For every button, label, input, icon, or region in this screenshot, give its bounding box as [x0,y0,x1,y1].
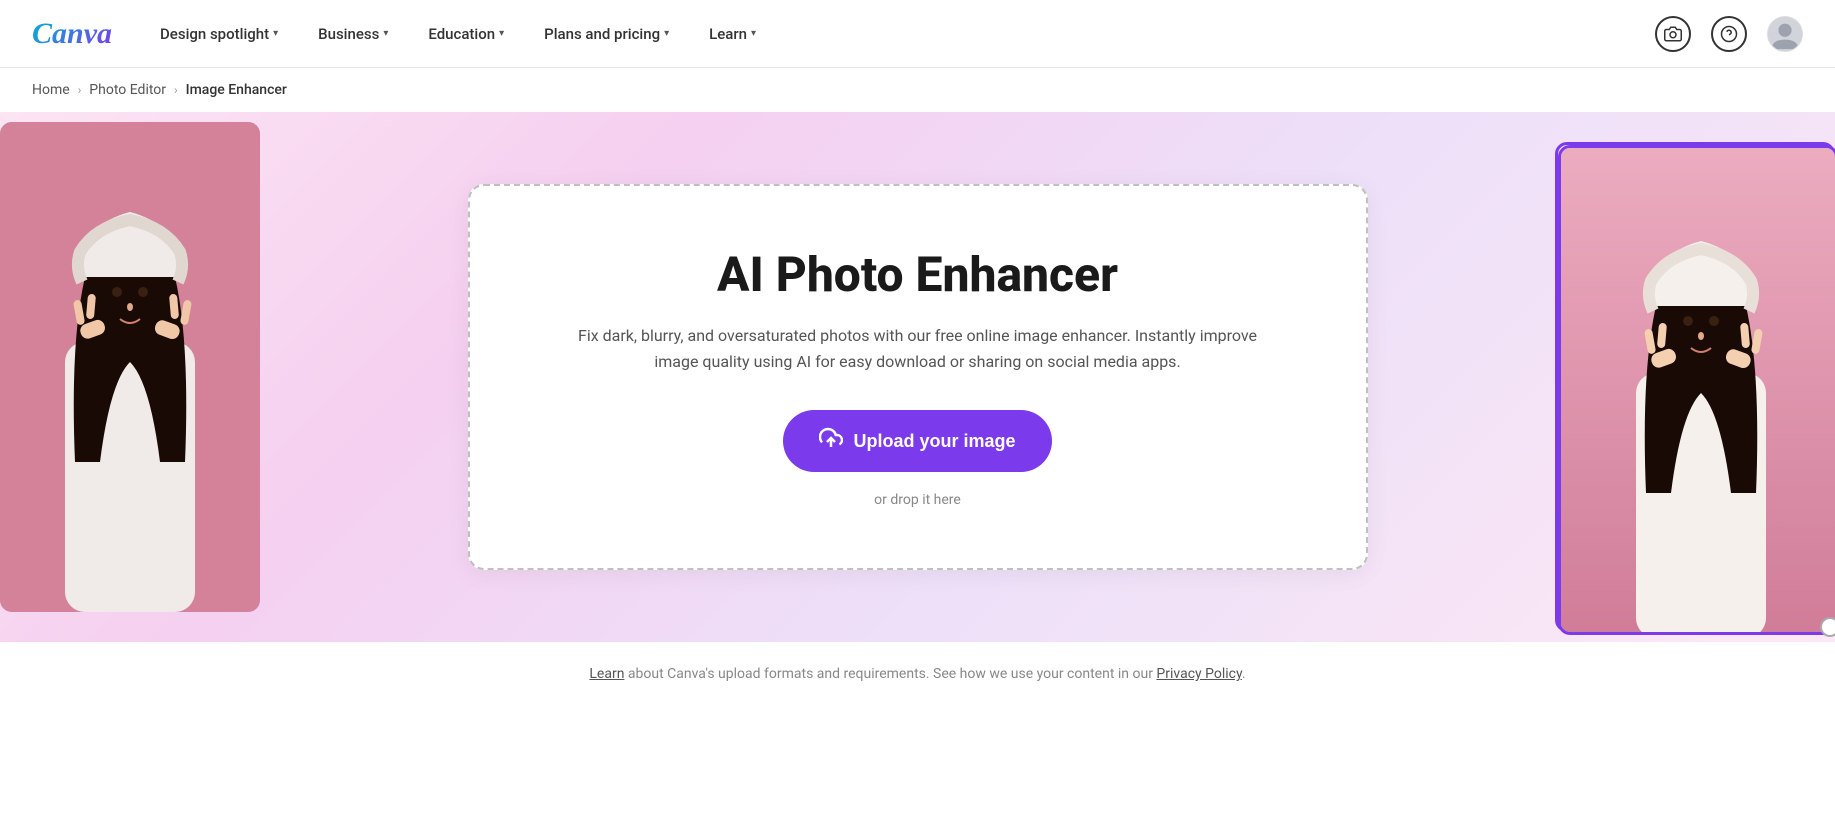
hero-photo-left-inner [0,122,260,612]
chevron-down-icon: ▾ [751,28,756,39]
hero-photo-left [0,122,260,612]
nav-item-education[interactable]: Education ▾ [412,17,520,51]
breadcrumb-separator-1: › [78,83,82,97]
footer-text: about Canva's upload formats and require… [624,666,1156,682]
hero-title: AI Photo Enhancer [550,246,1286,304]
nav-label-business: Business [318,25,379,43]
upload-cloud-icon [819,426,843,456]
hero-section: AI Photo Enhancer Fix dark, blurry, and … [0,112,1835,642]
hero-description: Fix dark, blurry, and oversaturated phot… [578,323,1258,374]
drop-text: or drop it here [550,492,1286,508]
nav-label-design-spotlight: Design spotlight [160,25,269,43]
canva-logo-text: Canva [32,17,112,50]
breadcrumb-separator-2: › [174,83,178,97]
chevron-down-icon: ▾ [383,28,388,39]
chevron-down-icon: ▾ [664,28,669,39]
avatar[interactable] [1767,16,1803,52]
help-icon-button[interactable] [1711,16,1747,52]
chevron-down-icon: ▾ [273,28,278,39]
nav-item-learn[interactable]: Learn ▾ [693,17,772,51]
nav-label-education: Education [428,25,495,43]
footer-note: Learn about Canva's upload formats and r… [0,642,1835,706]
nav-right [1655,16,1803,52]
hero-photo-right [1555,142,1835,632]
nav-item-plans[interactable]: Plans and pricing ▾ [528,17,685,51]
nav-item-design-spotlight[interactable]: Design spotlight ▾ [144,17,294,51]
hero-photo-left-svg [0,122,260,612]
chevron-down-icon: ▾ [499,28,504,39]
nav-item-business[interactable]: Business ▾ [302,17,404,51]
nav-label-learn: Learn [709,25,747,43]
camera-icon-button[interactable] [1655,16,1691,52]
footer-period: . [1242,666,1246,682]
hero-photo-right-svg [1561,148,1835,635]
upload-button-label: Upload your image [853,431,1015,452]
navbar: Canva Design spotlight ▾ Business ▾ Educ… [0,0,1835,68]
breadcrumb-photo-editor[interactable]: Photo Editor [89,82,166,98]
privacy-policy-link[interactable]: Privacy Policy [1156,666,1241,682]
upload-card: AI Photo Enhancer Fix dark, blurry, and … [468,184,1368,571]
nav-label-plans: Plans and pricing [544,25,660,43]
breadcrumb: Home › Photo Editor › Image Enhancer [0,68,1835,112]
logo[interactable]: Canva [32,17,112,51]
breadcrumb-home[interactable]: Home [32,82,70,98]
resize-handle[interactable] [1820,617,1835,637]
nav-links: Design spotlight ▾ Business ▾ Education … [144,17,772,51]
upload-button[interactable]: Upload your image [783,410,1051,472]
learn-link[interactable]: Learn [589,666,624,682]
breadcrumb-current: Image Enhancer [186,82,287,98]
